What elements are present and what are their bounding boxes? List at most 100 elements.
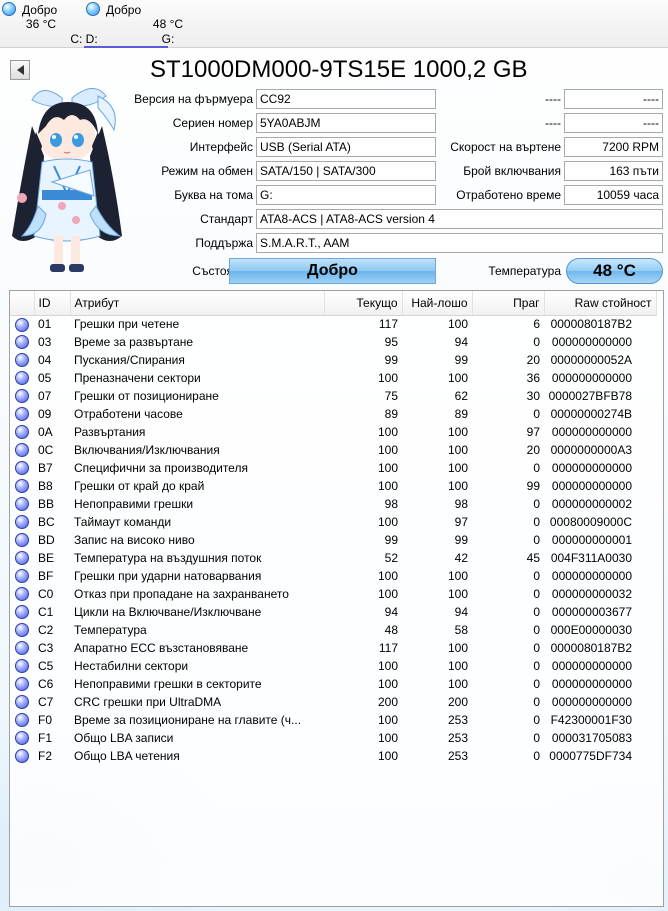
table-row[interactable]: F1 Общо LBA записи 100 253 0 000031705083 xyxy=(10,729,656,747)
table-row[interactable]: 01 Грешки при четене 117 100 6 0000080187B2 xyxy=(10,315,656,333)
column-header-current[interactable]: Текущо xyxy=(324,291,403,316)
status-dot-icon xyxy=(15,659,29,674)
worst-value: 94 xyxy=(454,605,468,619)
attribute-name: Развъртания xyxy=(74,425,146,439)
table-row[interactable]: C6 Непоправими грешки в секторите 100 100 0 0… xyxy=(10,675,656,693)
threshold-value: 36 xyxy=(526,371,540,385)
current-value: 100 xyxy=(377,569,398,583)
column-header-attribute[interactable]: Атрибут xyxy=(70,291,325,316)
top-right-field-2: ---- xyxy=(564,113,663,133)
attribute-id: 0A xyxy=(38,425,53,439)
current-value: 100 xyxy=(377,461,398,475)
status-cell xyxy=(10,315,34,333)
worst-value: 253 xyxy=(447,749,468,763)
table-row[interactable]: F0 Време за позициониране на главите (ч..… xyxy=(10,711,656,729)
table-row[interactable]: C7 CRC грешки при UltraDMA 200 200 0 00000000… xyxy=(10,693,656,711)
attribute-id: 05 xyxy=(38,371,52,385)
worst-value: 100 xyxy=(447,317,468,332)
table-row[interactable]: B7 Специфични за производителя 100 100 0 0000… xyxy=(10,459,656,477)
status-dot-icon xyxy=(15,515,29,530)
table-row[interactable]: BF Грешки при ударни натоварвания 100 100 0 0… xyxy=(10,567,656,585)
arrow-left-icon xyxy=(16,65,24,75)
attribute-name: Грешки при четене xyxy=(74,317,180,332)
raw-value: 000000000002 xyxy=(551,497,632,511)
status-cell xyxy=(10,387,34,405)
table-row[interactable]: 0A Развъртания 100 100 97 000000000000 xyxy=(10,423,656,441)
status-cell xyxy=(10,567,34,585)
worst-value: 100 xyxy=(447,659,468,673)
smart-attributes-table[interactable]: ID Атрибут Текущо Най-лошо Праг Raw стой… xyxy=(9,290,664,907)
status-cell xyxy=(10,459,34,477)
column-header-worst[interactable]: Най-лошо xyxy=(402,291,473,316)
interface-label: Интерфейс xyxy=(189,140,253,154)
status-dot-icon xyxy=(15,389,29,404)
attribute-id: 04 xyxy=(38,353,52,367)
current-value: 98 xyxy=(384,497,398,511)
raw-value: 000E00000030 xyxy=(550,623,632,637)
raw-value: 000000000000 xyxy=(551,335,632,349)
worst-value: 62 xyxy=(454,389,468,403)
threshold-value: 0 xyxy=(533,533,540,547)
attribute-name: Таймаут команди xyxy=(74,515,172,529)
temperature-button[interactable]: 48 °C xyxy=(566,258,663,284)
interface-field: USB (Serial ATA) xyxy=(256,137,436,157)
raw-value: 000000003677 xyxy=(551,605,632,619)
table-row[interactable]: 07 Грешки от позициониране 75 62 30 0000027BF… xyxy=(10,387,656,405)
attribute-name: Преназначени сектори xyxy=(74,371,201,385)
current-value: 100 xyxy=(377,371,398,385)
table-row[interactable]: 0C Включвания/Изключвания 100 100 20 00000000… xyxy=(10,441,656,459)
raw-value: 000000000000 xyxy=(551,461,632,475)
worst-value: 253 xyxy=(447,713,468,727)
worst-value: 100 xyxy=(447,443,468,457)
attribute-name: Общо LBA записи xyxy=(74,731,174,745)
table-row[interactable]: C2 Температура 48 58 0 000E00000030 xyxy=(10,621,656,639)
table-row[interactable]: BC Таймаут команди 100 97 0 00080009000C xyxy=(10,513,656,531)
status-dot-icon xyxy=(15,407,29,422)
column-header-status[interactable] xyxy=(10,291,35,316)
column-header-threshold[interactable]: Праг xyxy=(472,291,545,316)
table-row[interactable]: BB Непоправими грешки 98 98 0 000000000002 xyxy=(10,495,656,513)
table-row[interactable]: F2 Общо LBA четения 100 253 0 0000775DF734 xyxy=(10,747,656,765)
table-row[interactable]: BE Температура на въздушния поток 52 42 45 00… xyxy=(10,549,656,567)
table-row[interactable]: C5 Нестабилни сектори 100 100 0 000000000000 xyxy=(10,657,656,675)
attribute-id: 07 xyxy=(38,389,52,403)
raw-value: 000000000000 xyxy=(551,695,632,709)
threshold-value: 20 xyxy=(526,353,540,367)
column-header-id[interactable]: ID xyxy=(34,291,71,316)
table-row[interactable]: B8 Грешки от край до край 100 100 99 00000000… xyxy=(10,477,656,495)
table-row[interactable]: C3 Апаратно ECC възстановяване 117 100 0 0000… xyxy=(10,639,656,657)
threshold-value: 0 xyxy=(533,659,540,673)
attribute-id: C6 xyxy=(38,677,54,691)
table-row[interactable]: C1 Цикли на Включване/Изключване 94 94 0 0000… xyxy=(10,603,656,621)
mascot-illustration xyxy=(12,88,122,272)
status-dot-icon xyxy=(15,749,29,764)
table-row[interactable]: BD Запис на високо ниво 99 99 0 000000000001 xyxy=(10,531,656,549)
attribute-name: Нестабилни сектори xyxy=(74,659,189,673)
attribute-name: Време за развъртане xyxy=(74,335,194,349)
raw-value: 000000000000 xyxy=(551,677,632,691)
attribute-id: BE xyxy=(38,551,55,565)
column-header-raw-value[interactable]: Raw стойност xyxy=(544,291,657,316)
disk-tab-status: Добро xyxy=(22,3,58,17)
table-row[interactable]: 04 Пускания/Спирания 99 99 20 00000000052A xyxy=(10,351,656,369)
table-row[interactable]: C0 Отказ при пропадане на захранването 100… xyxy=(10,585,656,603)
table-row[interactable]: 03 Време за развъртане 95 94 0 000000000000 xyxy=(10,333,656,351)
worst-value: 100 xyxy=(447,425,468,439)
status-dot-icon xyxy=(15,479,29,494)
status-dot-icon xyxy=(15,443,29,458)
disk-tab-1[interactable]: Добро 36 °C C: D: xyxy=(0,0,98,48)
previous-disk-button[interactable] xyxy=(10,60,30,80)
health-status-button[interactable]: Добро xyxy=(229,258,436,284)
attribute-id: C5 xyxy=(38,659,54,673)
disk-tab-2[interactable]: Добро 48 °C G: xyxy=(84,0,183,48)
current-value: 89 xyxy=(384,407,398,421)
threshold-value: 0 xyxy=(533,605,540,619)
power-on-count-field: 163 пъти xyxy=(564,161,663,181)
top-right-label-2: ---- xyxy=(545,116,561,130)
current-value: 100 xyxy=(377,425,398,439)
raw-value: 000000000000 xyxy=(551,659,632,673)
current-value: 200 xyxy=(377,695,398,709)
table-row[interactable]: 09 Отработени часове 89 89 0 00000000274B xyxy=(10,405,656,423)
transfer-mode-label: Режим на обмен xyxy=(161,164,253,178)
table-row[interactable]: 05 Преназначени сектори 100 100 36 0000000000… xyxy=(10,369,656,387)
